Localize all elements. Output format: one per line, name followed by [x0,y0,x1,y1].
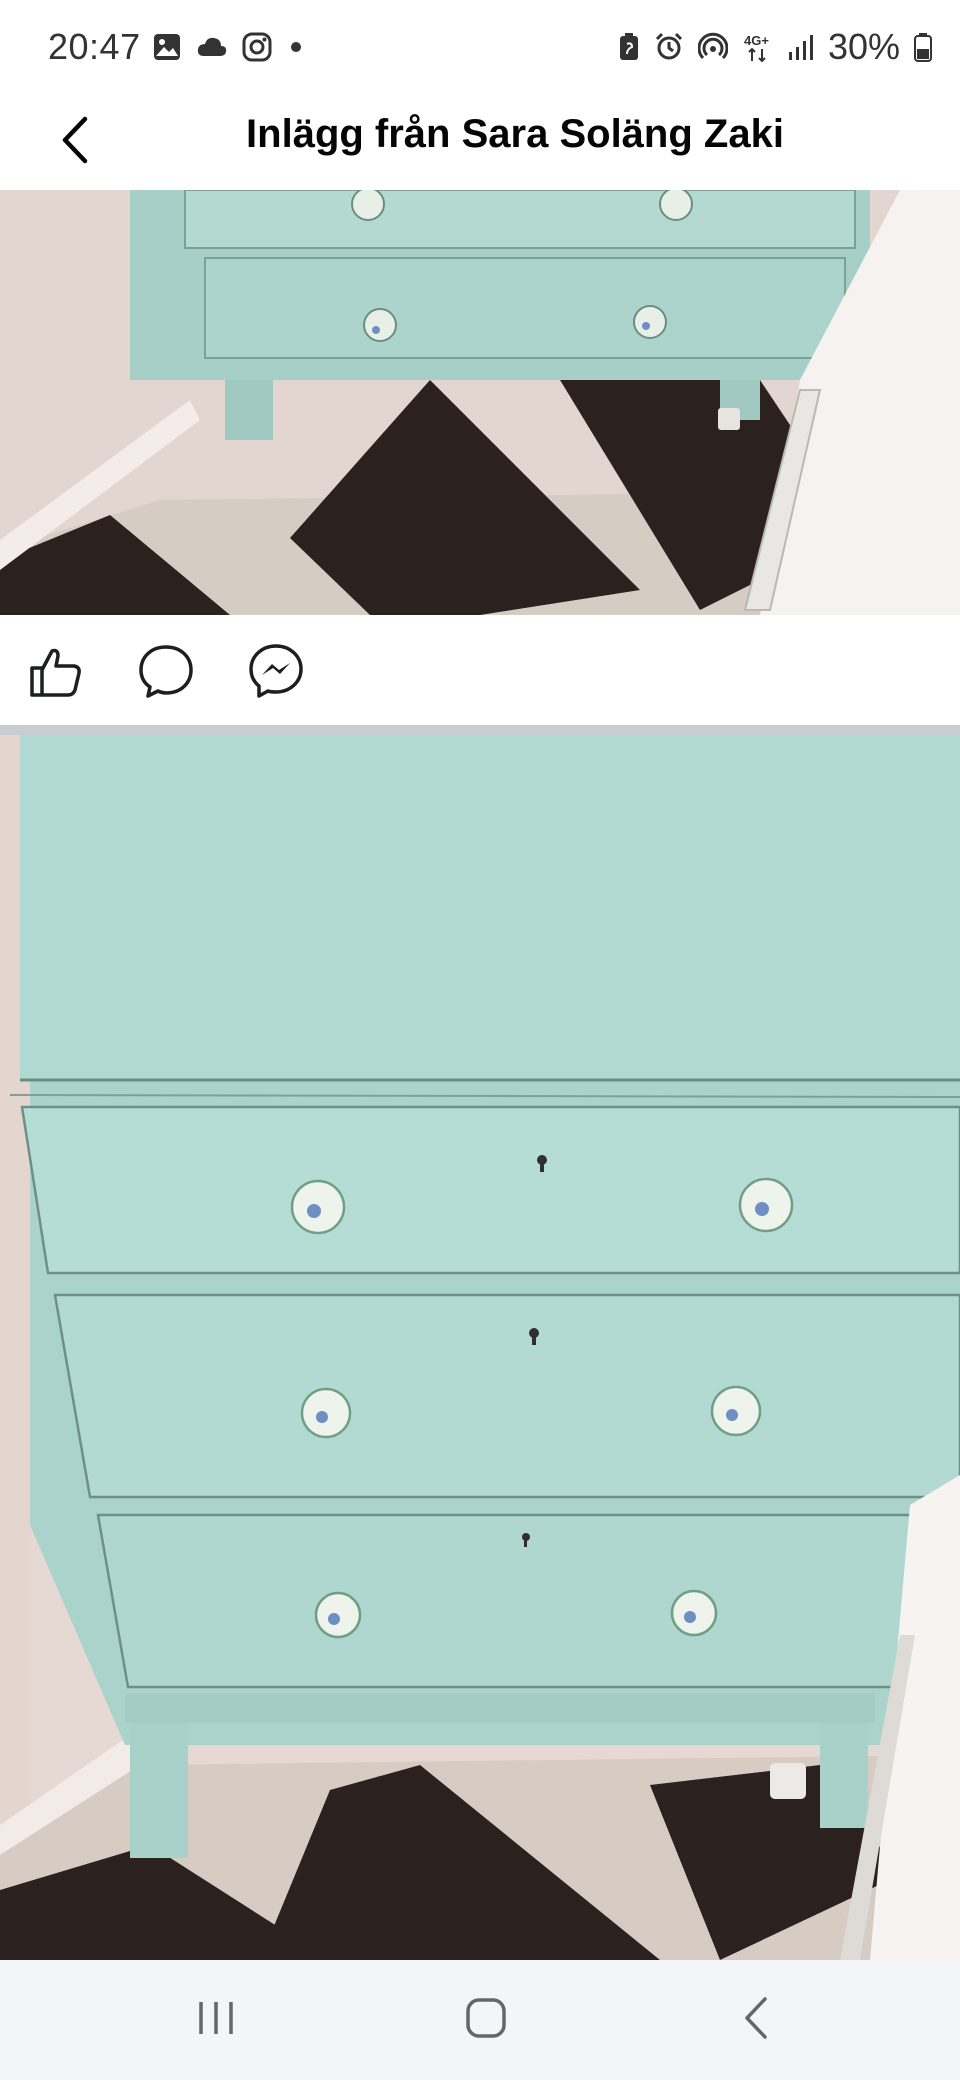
comment-button[interactable] [138,643,194,699]
messenger-icon [248,644,304,703]
cloud-icon [196,34,228,60]
post-header: Inlägg från Sara Soläng Zaki [0,96,960,190]
battery-saver-icon [618,32,640,62]
alarm-icon [654,32,684,62]
home-icon [465,1997,507,2044]
instagram-icon [242,32,272,62]
battery-percent: 30% [827,26,900,67]
nav-back-button[interactable] [716,1990,796,2050]
gallery-icon [152,32,182,62]
page-title: Inlägg från Sara Soläng Zaki [246,112,784,156]
status-time: 20:47 [48,26,141,67]
status-left-icons [152,32,306,62]
svg-text:4G+: 4G+ [744,33,769,48]
signal-icon [788,32,814,62]
post-photo-top[interactable] [0,190,960,615]
dot-icon [286,37,306,57]
system-nav-bar [0,1960,960,2080]
post-divider [0,725,960,735]
chevron-left-icon [59,116,89,169]
status-bar: 20:47 4G+ 30% [0,0,960,96]
post-actions [0,615,960,725]
messenger-button[interactable] [248,643,304,699]
battery-icon [914,32,932,62]
hotspot-icon [697,32,728,62]
network-4g-plus-icon: 4G+ [742,31,774,63]
status-right-icons: 4G+ 30% [618,26,932,68]
home-button[interactable] [446,1990,526,2050]
back-button[interactable] [44,110,104,174]
comment-icon [138,645,194,703]
like-button[interactable] [28,643,84,699]
thumbs-up-icon [28,648,84,703]
recents-icon [196,1998,236,2043]
recents-button[interactable] [176,1990,256,2050]
post-photo-main[interactable] [0,735,960,1960]
back-icon [741,1996,771,2045]
